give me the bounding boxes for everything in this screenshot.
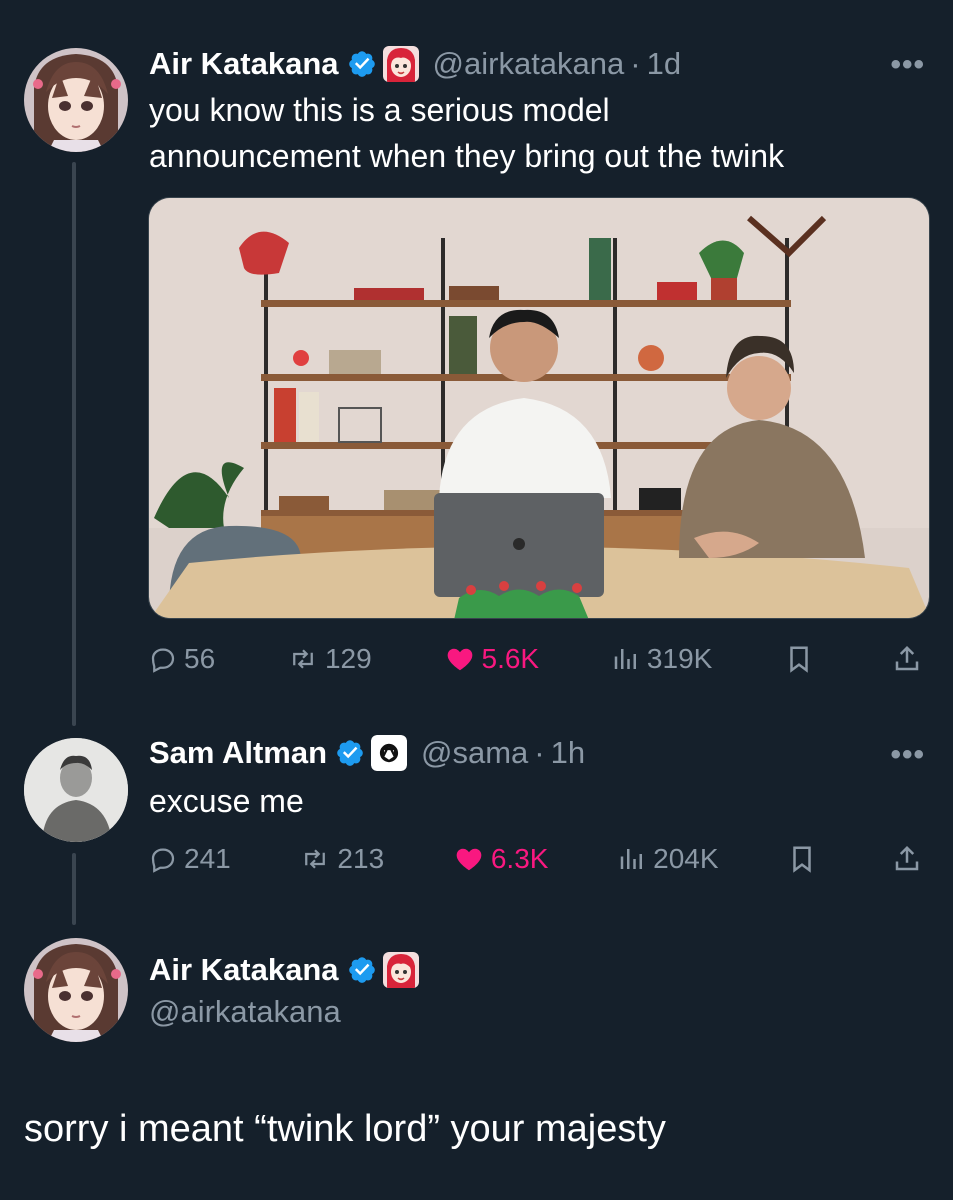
verified-badge-icon: [348, 957, 375, 983]
affiliate-badge-icon[interactable]: [382, 952, 419, 988]
verified-badge-icon: [348, 51, 375, 77]
reply-icon: [151, 648, 175, 673]
avatar[interactable]: [24, 938, 128, 1042]
repost-count: 213: [337, 843, 385, 874]
view-count: 319K: [646, 643, 713, 674]
views-button[interactable]: 319K: [611, 643, 712, 675]
repost-count: 129: [324, 643, 372, 674]
thread-line: [72, 853, 76, 925]
views-button[interactable]: 204K: [617, 843, 719, 875]
analytics-icon: [614, 649, 636, 669]
heart-filled-icon: [447, 648, 472, 671]
like-button[interactable]: 6.3K: [453, 843, 549, 875]
avatar[interactable]: [24, 48, 128, 152]
share-icon: [895, 845, 919, 871]
anime-girl-avatar-icon: [24, 938, 128, 1042]
like-button[interactable]: 5.6K: [444, 643, 540, 675]
more-options-icon[interactable]: •••: [890, 738, 925, 772]
bookmark-icon: [793, 846, 812, 873]
tweet-text: excuse me: [149, 783, 304, 819]
openai-badge-icon[interactable]: [371, 735, 408, 771]
handle[interactable]: @airkatakana: [433, 46, 625, 82]
tweet-actions: 241 213 6.3K 204K: [148, 843, 928, 875]
separator-dot: ·: [534, 735, 545, 770]
photo-avatar-icon: [24, 738, 128, 842]
tweet-text-line: announcement when they bring out the twi…: [149, 138, 785, 174]
verified-badge-icon: [337, 740, 363, 766]
heart-filled-icon: [456, 848, 482, 871]
reply-count: 56: [184, 643, 216, 674]
like-count: 6.3K: [490, 843, 549, 874]
more-options-icon[interactable]: •••: [890, 48, 925, 82]
tweet-text-line: you know this is a serious model: [149, 92, 610, 128]
video-thumbnail-icon: [149, 198, 929, 618]
thread-line: [72, 162, 76, 726]
avatar[interactable]: [24, 738, 128, 842]
reply-button[interactable]: 56: [148, 643, 215, 675]
share-button[interactable]: [892, 844, 928, 874]
repost-button[interactable]: 129: [287, 643, 372, 675]
view-count: 204K: [653, 843, 719, 874]
repost-icon: [293, 649, 313, 669]
handle[interactable]: @airkatakana: [149, 994, 341, 1030]
repost-button[interactable]: 213: [299, 843, 384, 875]
tweet-text: sorry i meant “twink lord” your majesty: [24, 1108, 666, 1150]
reply-count: 241: [184, 843, 231, 874]
tweet-media[interactable]: [148, 197, 930, 619]
bookmark-button[interactable]: [787, 844, 823, 874]
repost-icon: [305, 849, 326, 869]
share-button[interactable]: [892, 644, 928, 674]
timestamp[interactable]: 1d: [647, 46, 681, 82]
anime-girl-avatar-icon: [24, 48, 128, 152]
timestamp[interactable]: 1h: [551, 735, 585, 771]
display-name[interactable]: Sam Altman: [149, 735, 327, 771]
reply-icon: [151, 848, 175, 873]
affiliate-badge-icon[interactable]: [382, 46, 419, 82]
display-name[interactable]: Air Katakana: [149, 952, 339, 988]
display-name[interactable]: Air Katakana: [149, 46, 339, 82]
tweet-header: Sam Altman @sama · 1h: [149, 733, 585, 773]
share-icon: [895, 645, 919, 671]
tweet-actions: 56 129 5.6K 319K: [148, 643, 928, 675]
bookmark-button[interactable]: [784, 644, 820, 674]
tweet-header: Air Katakana @airkatakana · 1d: [149, 44, 681, 84]
like-count: 5.6K: [481, 643, 540, 674]
reply-button[interactable]: 241: [148, 843, 231, 875]
handle[interactable]: @sama: [421, 735, 528, 771]
tweet-text: you know this is a serious model announc…: [149, 87, 784, 179]
separator-dot: ·: [630, 46, 641, 81]
analytics-icon: [620, 849, 643, 869]
bookmark-icon: [790, 646, 808, 673]
tweet-header: Air Katakana: [149, 950, 419, 990]
